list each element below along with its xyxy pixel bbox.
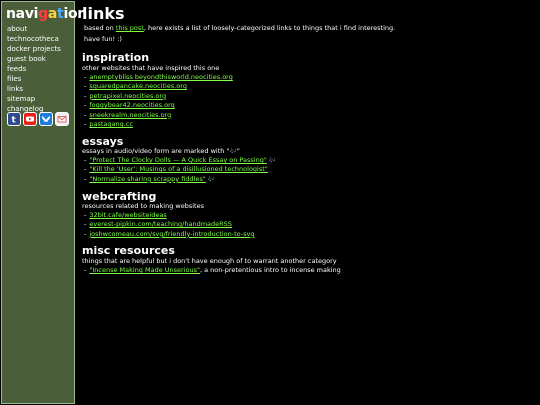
logo-letter: a (15, 6, 25, 22)
sidebar-item-technocotheca[interactable]: technocotheca (7, 34, 61, 44)
list-item: - foggybear42.neocities.org (84, 101, 175, 110)
sidebar: navigation about technocotheca docker pr… (1, 1, 87, 404)
email-icon[interactable] (55, 112, 69, 126)
site-logo[interactable]: navigation (6, 6, 87, 22)
this-post-link[interactable]: this post (116, 24, 144, 32)
logo-letter: g (38, 6, 48, 22)
inspiration-link[interactable]: foggybear42.neocities.org (89, 101, 174, 109)
sidebar-item-docker-projects[interactable]: docker projects (7, 44, 61, 54)
list-item: - joshwcomeau.com/svg/friendly-introducti… (84, 229, 255, 238)
list-item: - squaredpancake.neocities.org (84, 82, 187, 91)
list-item: - "Incense Making Made Unserious", a non-… (84, 266, 341, 274)
misc-link[interactable]: "Incense Making Made Unserious" (89, 266, 200, 274)
inspiration-link[interactable]: squaredpancake.neocities.org (89, 82, 187, 90)
youtube-icon[interactable] (23, 112, 37, 126)
page-title: links (82, 4, 125, 23)
webcrafting-link[interactable]: joshwcomeau.com/svg/friendly-introductio… (89, 230, 254, 238)
sidebar-item-about[interactable]: about (7, 24, 61, 34)
audio-video-icon: 🎶 (207, 175, 216, 183)
essay-link[interactable]: "Protect The Clocky Dolls — A Quick Essa… (89, 156, 266, 164)
inspiration-list: - anemptybliss beyondthisworld.neocities.… (84, 73, 233, 129)
inspiration-link[interactable]: pastagang.cc (89, 120, 133, 128)
audio-video-icon: 🎶 (268, 157, 277, 164)
logo-letter: n (6, 6, 16, 22)
intro-text: based on this post, here exists a list o… (84, 24, 396, 32)
inspiration-link[interactable]: anemptybliss beyondthisworld.neocities.o… (89, 73, 233, 81)
list-item: - sneekrealm.neocities.org (84, 110, 172, 119)
misc-resources-heading: misc resources (82, 244, 175, 257)
list-item: -32bit.cafe/websiteideas (84, 211, 167, 219)
inspiration-heading: inspiration (82, 51, 150, 64)
misc-list: - "Incense Making Made Unserious", a non-… (84, 266, 341, 275)
misc-description: things that are helpful but i don't have… (82, 257, 337, 265)
webcrafting-link[interactable]: everest-pipkin.com/teaching/handmadeRSS (89, 220, 232, 228)
svg-text:t: t (12, 116, 17, 125)
list-item: - "Protect The Clocky Dolls — A Quick Ess… (84, 156, 277, 164)
sidebar-item-feeds[interactable]: feeds (7, 64, 61, 74)
webcrafting-description: resources related to making websites (82, 202, 204, 210)
inspiration-link[interactable]: petrapixel.neocities.org (89, 92, 166, 100)
sidebar-item-files[interactable]: files (7, 74, 61, 84)
have-fun-text: have fun! :) (84, 35, 122, 43)
list-item: - petrapixel.neocities.org (84, 91, 167, 100)
sidebar-item-links[interactable]: links (7, 84, 61, 94)
essays-description: essays in audio/video form are marked wi… (82, 147, 240, 155)
webcrafting-list: -32bit.cafe/websiteideas - everest-pipkin… (84, 211, 254, 239)
list-item: - "Normalize sharing scrappy fiddles" 🎶 (84, 174, 216, 183)
sidebar-item-guest-book[interactable]: guest book (7, 54, 61, 64)
essay-link[interactable]: "Normalize sharing scrappy fiddles" (89, 175, 205, 183)
list-item: - pastagang.cc (84, 120, 133, 129)
list-item: - anemptybliss beyondthisworld.neocities.… (84, 73, 233, 81)
essays-list: - "Protect The Clocky Dolls — A Quick Ess… (84, 156, 276, 184)
tumblr-icon[interactable]: t (7, 112, 21, 126)
logo-letter: o (67, 6, 78, 22)
audio-video-icon: 🎶 (229, 148, 237, 155)
social-links: t (7, 112, 69, 126)
inspiration-description: other websites that have inspired this o… (82, 64, 220, 72)
logo-letter: a (47, 6, 58, 22)
sidebar-item-sitemap[interactable]: sitemap (7, 94, 61, 104)
webcrafting-link[interactable]: 32bit.cafe/websiteideas (89, 211, 166, 219)
list-item: - "Kill the 'User': Musings of a disillus… (84, 165, 268, 174)
essay-link[interactable]: "Kill the 'User': Musings of a disillusi… (89, 165, 267, 173)
bluesky-icon[interactable] (39, 112, 53, 126)
sidebar-nav: about technocotheca docker projects gues… (7, 24, 61, 114)
logo-letter: v (24, 6, 34, 22)
inspiration-link[interactable]: sneekrealm.neocities.org (89, 111, 171, 119)
list-item: - everest-pipkin.com/teaching/handmadeRSS (84, 220, 232, 229)
